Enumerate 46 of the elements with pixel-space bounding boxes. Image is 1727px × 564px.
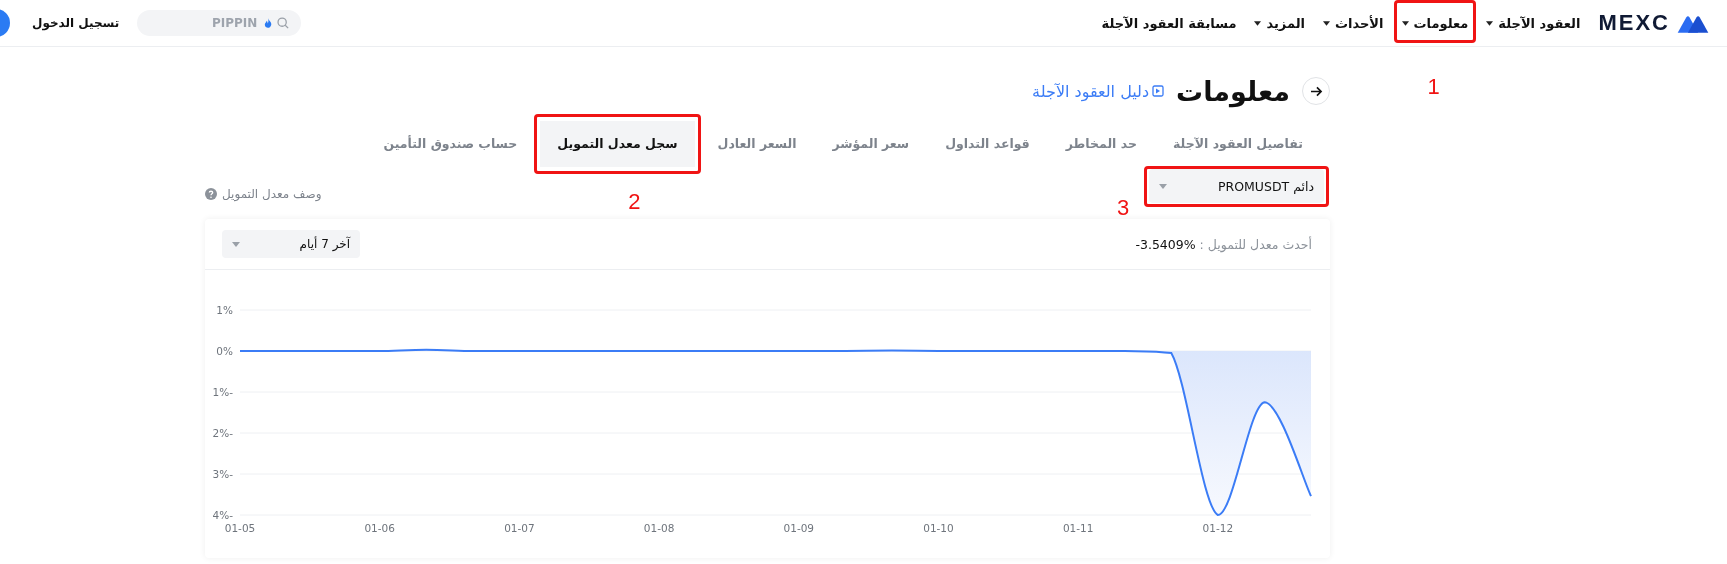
nav-menu-item[interactable]: مسابقة العقود الآجلة [1101, 15, 1237, 31]
caret-icon [1159, 183, 1167, 189]
tab[interactable]: قواعد التداول [928, 121, 1047, 167]
x-axis-label: 01-07 [504, 522, 535, 534]
y-axis-label: 3%- [212, 468, 233, 480]
nav-menu-item[interactable]: المزيد [1254, 15, 1305, 31]
nav-menu-item[interactable]: الأحداث [1322, 15, 1384, 31]
arrow-icon [1309, 85, 1323, 97]
question-icon [205, 188, 217, 200]
y-axis-label: 2%- [212, 427, 233, 439]
nav-menu-item[interactable]: معلومات [1401, 15, 1469, 31]
tab[interactable]: حد المخاطر [1048, 121, 1154, 167]
y-axis-label: 4%- [212, 509, 233, 521]
tab[interactable]: تفاصيل العقود الآجلة [1156, 121, 1320, 167]
step-number: 3 [1117, 197, 1130, 219]
x-axis-label: 01-09 [783, 522, 815, 534]
search-input[interactable]: PIPPIN [149, 15, 260, 31]
nav-menu-item[interactable]: العقود الآجلة [1486, 15, 1581, 31]
login-link[interactable]: تسجيل الدخول [32, 16, 120, 30]
step-number: 1 [1427, 75, 1440, 98]
contract-dropdown[interactable]: دائم PROMUSDT [1149, 169, 1324, 203]
x-axis-label: 01-10 [923, 522, 954, 534]
logo-wordmark[interactable]: MEXC [1598, 10, 1670, 36]
y-axis-label: 1% [216, 304, 233, 316]
caret-icon [232, 241, 240, 247]
page-title: معلومات [1176, 75, 1290, 107]
x-axis-label: 01-11 [1062, 522, 1094, 534]
x-axis-label: 01-12 [1202, 522, 1234, 534]
tab[interactable]: السعر العادل [700, 121, 814, 167]
logo-icon [1676, 13, 1710, 33]
info-link[interactable]: وصف معدل التمويل [205, 187, 322, 201]
period-dropdown[interactable]: آخر 7 أيام [222, 230, 360, 258]
tab[interactable]: حساب صندوق التأمين [366, 121, 535, 167]
x-axis-label: 01-06 [364, 522, 395, 534]
tab[interactable]: سجل معدل التمويل [540, 121, 695, 167]
step-number: 2 [628, 191, 641, 213]
guide-link[interactable]: دليل العقود الآجلة [1032, 81, 1165, 101]
flame-icon [264, 18, 273, 28]
x-axis-label: 01-08 [643, 522, 675, 534]
search-bar[interactable]: PIPPIN [137, 10, 302, 36]
y-axis-label: 1%- [212, 386, 233, 398]
book-icon [1152, 85, 1165, 97]
tab[interactable]: سعر المؤشر [815, 121, 927, 167]
x-axis-label: 01-05 [224, 522, 256, 534]
y-axis-label: 0% [216, 345, 233, 357]
search-icon[interactable] [277, 17, 290, 29]
